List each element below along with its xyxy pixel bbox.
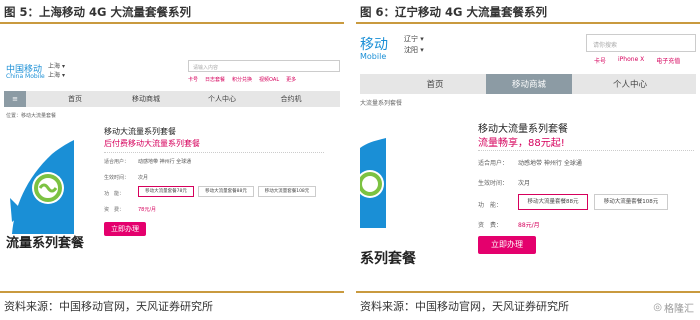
source-note: 资料来源：中国移动官网，天风证券研究所: [4, 300, 213, 313]
top-rule: [356, 22, 700, 24]
banner-text: 系列套餐: [360, 251, 416, 267]
quick-link[interactable]: 日志套餐: [205, 76, 225, 83]
watermark: ◎ 格隆汇: [653, 300, 694, 315]
plan-option[interactable]: 移动大流量套餐108元: [258, 186, 316, 197]
figure-title: 图 6：辽宁移动 4G 大流量套餐系列: [360, 5, 547, 19]
nav-item-account[interactable]: 个人中心: [590, 74, 670, 94]
apply-now-button[interactable]: 立即办理: [478, 236, 536, 254]
watermark-text: 格隆汇: [664, 304, 694, 315]
city-selector[interactable]: 上海 ▾: [48, 70, 65, 79]
figure-5: 图 5：上海移动 4G 大流量套餐系列 中国移动 China Mobile 上海…: [0, 0, 344, 320]
plan-option[interactable]: 移动大流量套餐108元: [594, 194, 668, 210]
nav-item-account[interactable]: 个人中心: [192, 91, 252, 107]
quick-link[interactable]: 视频OAL: [259, 76, 279, 83]
product-tagline: 后付费移动大流量系列套餐: [104, 139, 200, 148]
fee-value: 88元/月: [518, 222, 540, 229]
fee-value: 78元/月: [138, 207, 157, 213]
breadcrumb: 位置：移动大流量套餐: [6, 113, 57, 119]
function-label: 功 能：: [104, 191, 125, 197]
users-value: 动感地带 神州行 全球通: [138, 159, 192, 165]
quick-link[interactable]: 更多: [286, 76, 296, 83]
effective-label: 生效时间：: [104, 175, 130, 181]
search-input[interactable]: 请你搜索: [586, 34, 696, 52]
top-rule: [0, 22, 344, 24]
fee-label: 资 费：: [478, 222, 503, 229]
rocket-icon: [10, 140, 74, 234]
city-label: 上海: [48, 72, 61, 79]
figure-title: 图 5：上海移动 4G 大流量套餐系列: [4, 5, 191, 19]
users-value: 动感地带 神州行 全球通: [518, 160, 582, 167]
divider: [478, 150, 694, 151]
breadcrumb: 大流量系列套餐: [360, 100, 403, 107]
product-tagline: 流量畅享，88元起!: [478, 138, 565, 149]
logo-english: China Mobile: [6, 73, 45, 80]
divider: [104, 152, 324, 153]
source-note: 资料来源：中国移动官网，天风证券研究所: [360, 300, 569, 313]
users-label: 适合用户：: [104, 159, 130, 165]
banner-text: 流量系列套餐: [6, 236, 85, 251]
quick-link[interactable]: 电子充值: [656, 56, 680, 65]
chevron-down-icon: ▾: [420, 35, 424, 43]
plan-option[interactable]: 移动大流量套餐88元: [198, 186, 254, 197]
province-label: 辽宁: [404, 35, 418, 43]
search-input[interactable]: 请输入内容: [188, 60, 340, 72]
city-selector[interactable]: 沈阳 ▾: [404, 45, 424, 55]
quick-link[interactable]: 积分兑换: [232, 76, 252, 83]
quick-links: 卡号 iPhone X 电子充值: [594, 56, 680, 65]
rocket-icon: [360, 138, 386, 228]
users-label: 适合用户：: [478, 160, 509, 167]
quick-link[interactable]: 卡号: [594, 56, 606, 65]
chevron-down-icon: ▾: [61, 72, 65, 79]
quick-links: 卡号 日志套餐 积分兑换 视频OAL 更多: [188, 76, 296, 83]
province-selector[interactable]: 辽宁 ▾: [404, 34, 424, 44]
figure-6: 图 6：辽宁移动 4G 大流量套餐系列 移动 Mobile 辽宁 ▾ 沈阳 ▾ …: [356, 0, 700, 320]
nav-item-contract-phone[interactable]: 合约机: [266, 91, 316, 107]
quick-link[interactable]: iPhone X: [618, 56, 644, 65]
main-nav: ≡ 首页 移动商城 个人中心 合约机: [4, 91, 340, 107]
menu-icon: ≡: [12, 95, 18, 103]
nav-item-home[interactable]: 首页: [50, 91, 100, 107]
logo-english: Mobile: [360, 52, 387, 61]
screenshot-shanghai: 中国移动 China Mobile 上海 ▾ 上海 ▾ 请输入内容 卡号 日志套…: [4, 26, 340, 288]
nav-item-mall[interactable]: 移动商城: [116, 91, 176, 107]
nav-menu-button[interactable]: ≡: [4, 91, 26, 107]
bottom-rule: [0, 291, 344, 293]
screenshot-liaoning: 移动 Mobile 辽宁 ▾ 沈阳 ▾ 请你搜索 卡号 iPhone X 电子充…: [360, 26, 696, 288]
effective-value: 次月: [138, 175, 149, 181]
apply-now-button[interactable]: 立即办理: [104, 222, 146, 236]
plan-option-selected[interactable]: 移动大流量套餐88元: [518, 194, 588, 210]
nav-item-home[interactable]: 首页: [400, 74, 470, 94]
fee-label: 资 费：: [104, 207, 125, 213]
chevron-down-icon: ▾: [61, 63, 65, 70]
bottom-rule: [356, 291, 700, 293]
quick-link[interactable]: 卡号: [188, 76, 198, 83]
plan-option-selected[interactable]: 移动大流量套餐78元: [138, 186, 194, 197]
product-name: 移动大流量系列套餐: [478, 124, 568, 135]
function-label: 功 能：: [478, 202, 503, 209]
city-label: 沈阳: [404, 46, 418, 54]
watermark-logo-icon: ◎: [653, 302, 662, 313]
main-nav: 首页 移动商城 个人中心: [360, 74, 696, 94]
province-label: 上海: [48, 63, 61, 70]
effective-label: 生效时间：: [478, 180, 509, 187]
nav-item-mall[interactable]: 移动商城: [486, 74, 572, 94]
province-selector[interactable]: 上海 ▾: [48, 61, 65, 70]
logo-text[interactable]: 移动: [360, 34, 388, 54]
effective-value: 次月: [518, 180, 531, 187]
chevron-down-icon: ▾: [420, 46, 424, 54]
product-name: 移动大流量系列套餐: [104, 127, 176, 136]
